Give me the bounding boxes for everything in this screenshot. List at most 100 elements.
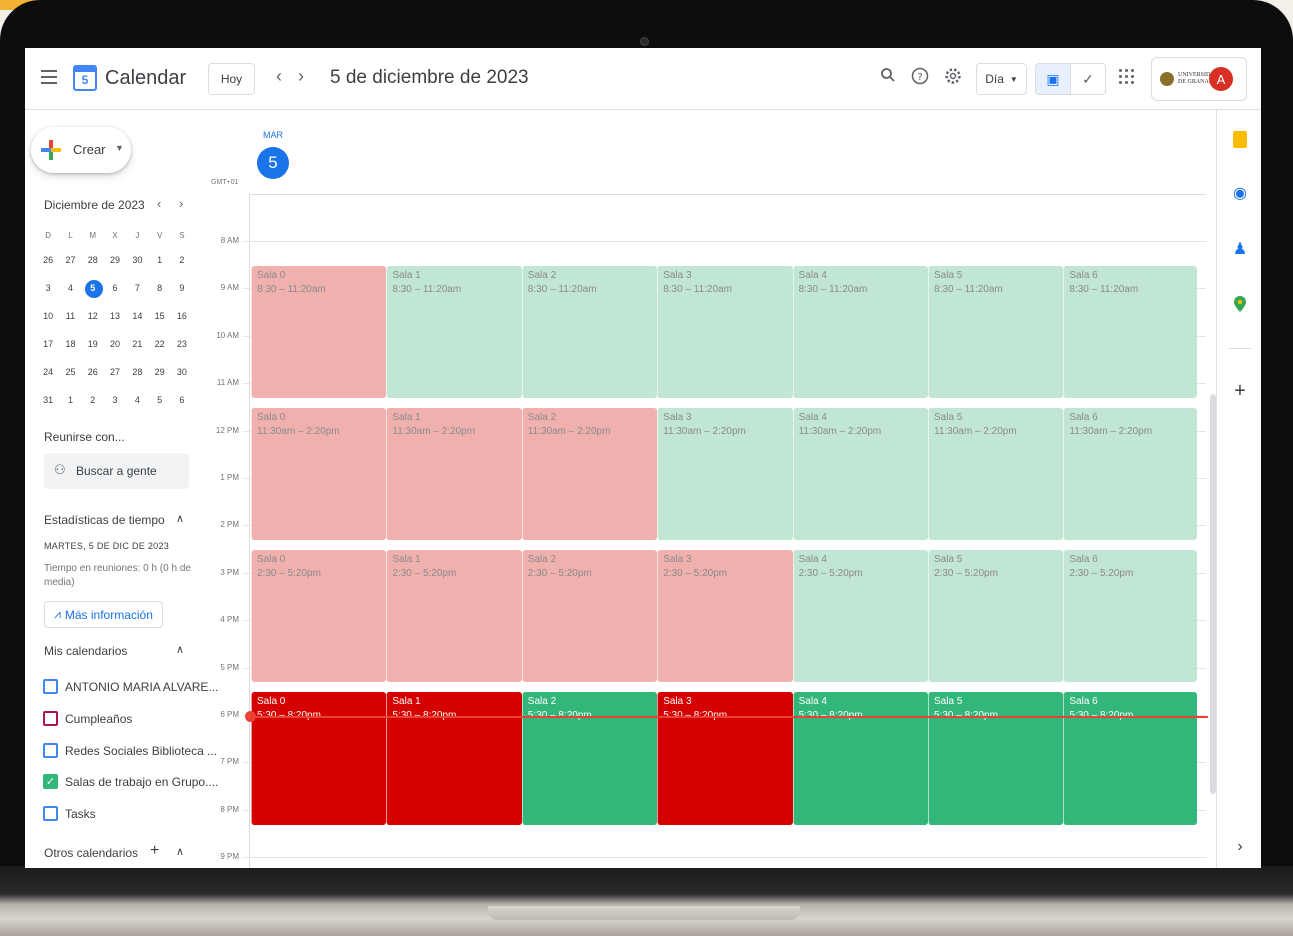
room-booking-event[interactable]: Sala 3 11:30am – 2:20pm	[657, 407, 793, 541]
collapse-other-calendars-icon[interactable]: ∧	[176, 845, 184, 858]
mini-day[interactable]: 18	[59, 330, 81, 358]
mini-day[interactable]: 12	[82, 302, 104, 330]
tasks-view-toggle-icon[interactable]: ✓	[1070, 63, 1106, 95]
room-booking-event[interactable]: Sala 4 8:30 – 11:20am	[792, 265, 928, 398]
mini-day[interactable]: 6	[171, 386, 193, 414]
calendar-list-item[interactable]: Tasks	[43, 803, 203, 823]
mini-prev-month-icon[interactable]: ‹	[157, 196, 161, 211]
room-booking-event[interactable]: Sala 6 11:30am – 2:20pm	[1063, 407, 1197, 541]
mini-day[interactable]: 17	[37, 330, 59, 358]
calendar-list-item[interactable]: Redes Sociales Biblioteca ...	[43, 740, 217, 760]
room-booking-event[interactable]: Sala 1 2:30 – 5:20pm	[386, 550, 522, 683]
mini-day[interactable]: 9	[171, 274, 193, 302]
mini-day[interactable]: 19	[82, 330, 104, 358]
room-booking-event[interactable]: Sala 35:30 – 8:20pm	[657, 692, 793, 825]
mini-day[interactable]: 15	[148, 302, 170, 330]
mini-day[interactable]: 23	[171, 330, 193, 358]
mini-day[interactable]: 29	[148, 358, 170, 386]
prev-day-icon[interactable]: ‹	[276, 66, 282, 87]
calendar-list-item[interactable]: ANTONIO MARIA ALVARE...	[43, 676, 218, 696]
add-calendar-icon[interactable]: +	[150, 842, 159, 860]
mini-day[interactable]: 26	[82, 358, 104, 386]
mini-day[interactable]: 24	[37, 358, 59, 386]
menu-icon[interactable]	[41, 70, 57, 84]
mini-day[interactable]: 22	[148, 330, 170, 358]
mini-day[interactable]: 14	[126, 302, 148, 330]
mini-day[interactable]: 20	[104, 330, 126, 358]
room-booking-event[interactable]: Sala 6 2:30 – 5:20pm	[1063, 550, 1197, 683]
calendar-view-toggle-icon[interactable]: ▣	[1035, 63, 1071, 95]
help-icon[interactable]: ?	[909, 67, 931, 89]
add-icon[interactable]: +	[1229, 380, 1251, 402]
mini-day[interactable]: 27	[59, 246, 81, 274]
search-icon[interactable]	[877, 67, 899, 89]
room-booking-event[interactable]: Sala 5 8:30 – 11:20am	[928, 265, 1064, 398]
create-button[interactable]: Crear ▼	[31, 127, 131, 173]
room-booking-event[interactable]: Sala 0 11:30am – 2:20pm	[251, 407, 387, 541]
mini-day[interactable]: 28	[82, 246, 104, 274]
google-apps-icon[interactable]	[1119, 69, 1135, 85]
checkbox-icon[interactable]	[43, 743, 58, 758]
room-booking-event[interactable]: Sala 5 11:30am – 2:20pm	[928, 407, 1064, 541]
mini-day[interactable]: 30	[171, 358, 193, 386]
more-info-button[interactable]: ⩘ Más información	[44, 601, 163, 628]
mini-day[interactable]: 26	[37, 246, 59, 274]
room-booking-event[interactable]: Sala 65:30 – 8:20pm	[1063, 692, 1197, 825]
room-booking-event[interactable]: Sala 4 2:30 – 5:20pm	[792, 550, 928, 683]
contacts-icon[interactable]: ♟	[1229, 238, 1251, 260]
room-booking-event[interactable]: Sala 0 2:30 – 5:20pm	[251, 550, 387, 683]
day-number[interactable]: 5	[257, 147, 289, 179]
mini-day[interactable]: 2	[82, 386, 104, 414]
room-booking-event[interactable]: Sala 45:30 – 8:20pm	[792, 692, 928, 825]
keep-icon[interactable]	[1229, 128, 1251, 150]
mini-day[interactable]: 28	[126, 358, 148, 386]
mini-day[interactable]: 16	[171, 302, 193, 330]
avatar[interactable]: A	[1209, 67, 1233, 91]
mini-day[interactable]: 21	[126, 330, 148, 358]
view-selector[interactable]: Día ▼	[976, 63, 1027, 95]
room-booking-event[interactable]: Sala 15:30 – 8:20pm	[386, 692, 522, 825]
room-booking-event[interactable]: Sala 3 2:30 – 5:20pm	[657, 550, 793, 683]
mini-day[interactable]: 13	[104, 302, 126, 330]
mini-day-selected[interactable]: 5	[82, 274, 104, 302]
mini-day[interactable]: 5	[148, 386, 170, 414]
room-booking-event[interactable]: Sala 2 8:30 – 11:20am	[521, 265, 658, 398]
mini-day[interactable]: 27	[104, 358, 126, 386]
search-people-input[interactable]: ⚇ Buscar a gente	[44, 453, 189, 489]
today-button[interactable]: Hoy	[208, 63, 255, 95]
mini-day[interactable]: 10	[37, 302, 59, 330]
mini-day[interactable]: 4	[126, 386, 148, 414]
checkbox-checked-icon[interactable]: ✓	[43, 774, 58, 789]
room-booking-event[interactable]: Sala 05:30 – 8:20pm	[251, 692, 387, 825]
checkbox-icon[interactable]	[43, 679, 58, 694]
mini-day[interactable]: 4	[59, 274, 81, 302]
collapse-stats-icon[interactable]: ∧	[176, 512, 184, 525]
room-booking-event[interactable]: Sala 2 11:30am – 2:20pm	[521, 407, 658, 541]
room-booking-event[interactable]: Sala 4 11:30am – 2:20pm	[792, 407, 928, 541]
room-booking-event[interactable]: Sala 6 8:30 – 11:20am	[1063, 265, 1197, 398]
mini-day[interactable]: 11	[59, 302, 81, 330]
mini-next-month-icon[interactable]: ›	[179, 196, 183, 211]
mini-day[interactable]: 6	[104, 274, 126, 302]
mini-day[interactable]: 8	[148, 274, 170, 302]
mini-day[interactable]: 1	[148, 246, 170, 274]
maps-icon[interactable]	[1229, 293, 1251, 315]
calendar-list-item[interactable]: ✓ Salas de trabajo en Grupo....	[43, 771, 218, 791]
mini-day[interactable]: 3	[37, 274, 59, 302]
room-booking-event[interactable]: Sala 25:30 – 8:20pm	[521, 692, 658, 825]
room-booking-event[interactable]: Sala 3 8:30 – 11:20am	[657, 265, 793, 398]
room-booking-event[interactable]: Sala 2 2:30 – 5:20pm	[521, 550, 658, 683]
mini-day[interactable]: 2	[171, 246, 193, 274]
room-booking-event[interactable]: Sala 1 11:30am – 2:20pm	[386, 407, 522, 541]
mini-day[interactable]: 1	[59, 386, 81, 414]
room-booking-event[interactable]: Sala 0 8:30 – 11:20am	[251, 265, 387, 398]
room-booking-event[interactable]: Sala 5 2:30 – 5:20pm	[928, 550, 1064, 683]
room-booking-event[interactable]: Sala 1 8:30 – 11:20am	[386, 265, 522, 398]
mini-day[interactable]: 3	[104, 386, 126, 414]
expand-panel-icon[interactable]: ›	[1229, 836, 1251, 858]
checkbox-icon[interactable]	[43, 711, 58, 726]
checkbox-icon[interactable]	[43, 806, 58, 821]
settings-gear-icon[interactable]	[942, 67, 964, 89]
tasks-icon[interactable]: ◉	[1229, 182, 1251, 204]
collapse-my-calendars-icon[interactable]: ∧	[176, 643, 184, 656]
